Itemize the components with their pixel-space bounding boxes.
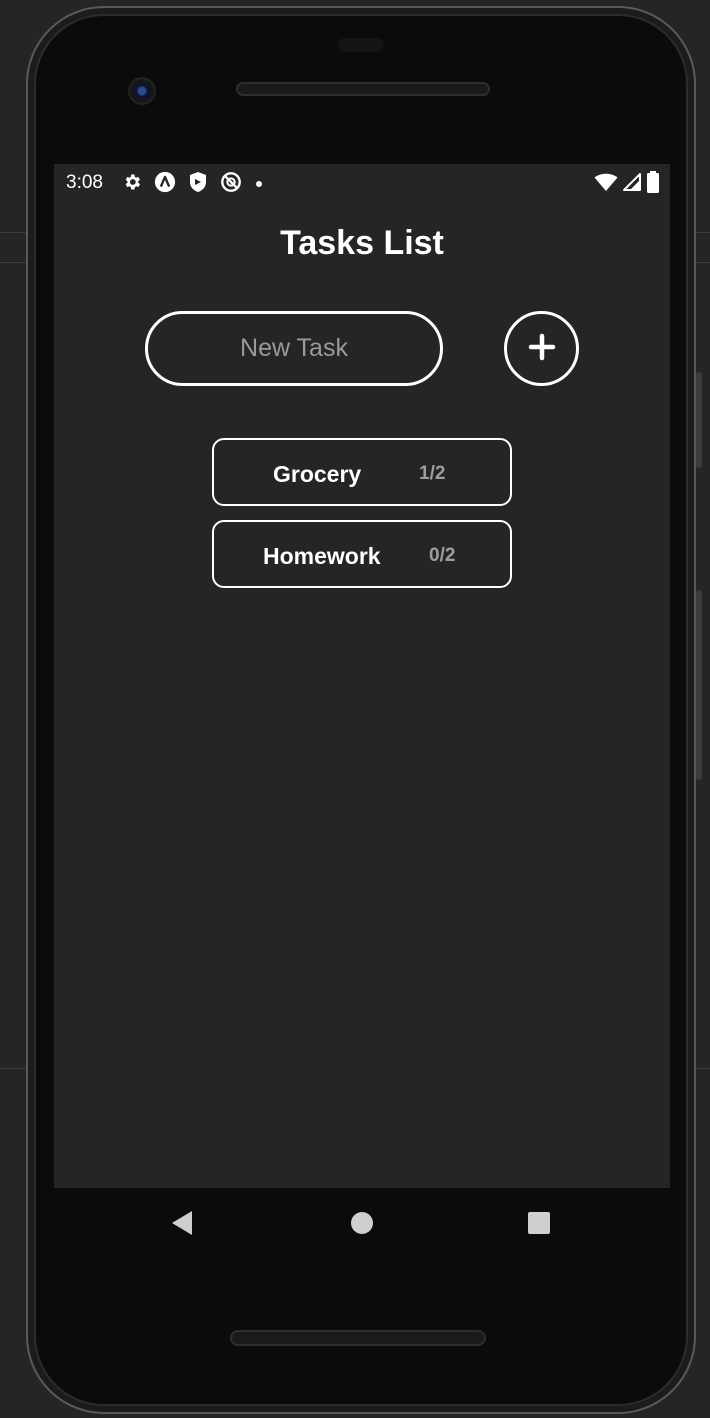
back-button[interactable] bbox=[164, 1208, 200, 1242]
shield-icon bbox=[188, 171, 208, 198]
task-count: 1/2 bbox=[419, 463, 446, 484]
home-button[interactable] bbox=[344, 1208, 380, 1242]
front-camera bbox=[128, 77, 156, 105]
dot-icon bbox=[254, 176, 264, 194]
ampere-icon bbox=[154, 171, 176, 198]
task-item-grocery[interactable]: Grocery 1/2 bbox=[212, 438, 512, 506]
status-icons-right bbox=[594, 171, 660, 198]
bottom-speaker bbox=[230, 1330, 486, 1346]
plus-icon bbox=[527, 332, 557, 365]
recents-button[interactable] bbox=[521, 1208, 557, 1242]
gear-icon bbox=[122, 172, 142, 197]
task-name: Homework bbox=[263, 543, 381, 569]
new-task-input[interactable] bbox=[145, 311, 443, 386]
add-task-button[interactable] bbox=[504, 311, 579, 386]
recents-icon bbox=[527, 1211, 551, 1240]
navigation-bar bbox=[54, 1188, 670, 1260]
wifi-icon bbox=[594, 172, 618, 197]
task-name: Grocery bbox=[273, 461, 362, 487]
back-icon bbox=[170, 1210, 194, 1241]
status-time: 3:08 bbox=[66, 172, 103, 193]
sensor-slot bbox=[338, 38, 384, 52]
home-icon bbox=[350, 1211, 374, 1240]
signal-icon bbox=[622, 172, 642, 197]
battery-icon bbox=[646, 171, 660, 198]
status-bar: 3:08 bbox=[54, 164, 670, 200]
app-screen: 3:08 Tasks List New Task Grocery 1/2 Hom… bbox=[54, 164, 670, 1188]
task-item-homework[interactable]: Homework 0/2 bbox=[212, 520, 512, 588]
earpiece-speaker bbox=[236, 82, 490, 96]
task-count: 0/2 bbox=[429, 545, 456, 566]
task-list: Grocery 1/2 Homework 0/2 bbox=[212, 438, 512, 602]
page-title: Tasks List bbox=[280, 224, 444, 262]
status-icons-left bbox=[122, 171, 264, 198]
volume-button bbox=[696, 372, 702, 468]
no-disturb-icon bbox=[220, 171, 242, 198]
power-button bbox=[696, 590, 702, 780]
